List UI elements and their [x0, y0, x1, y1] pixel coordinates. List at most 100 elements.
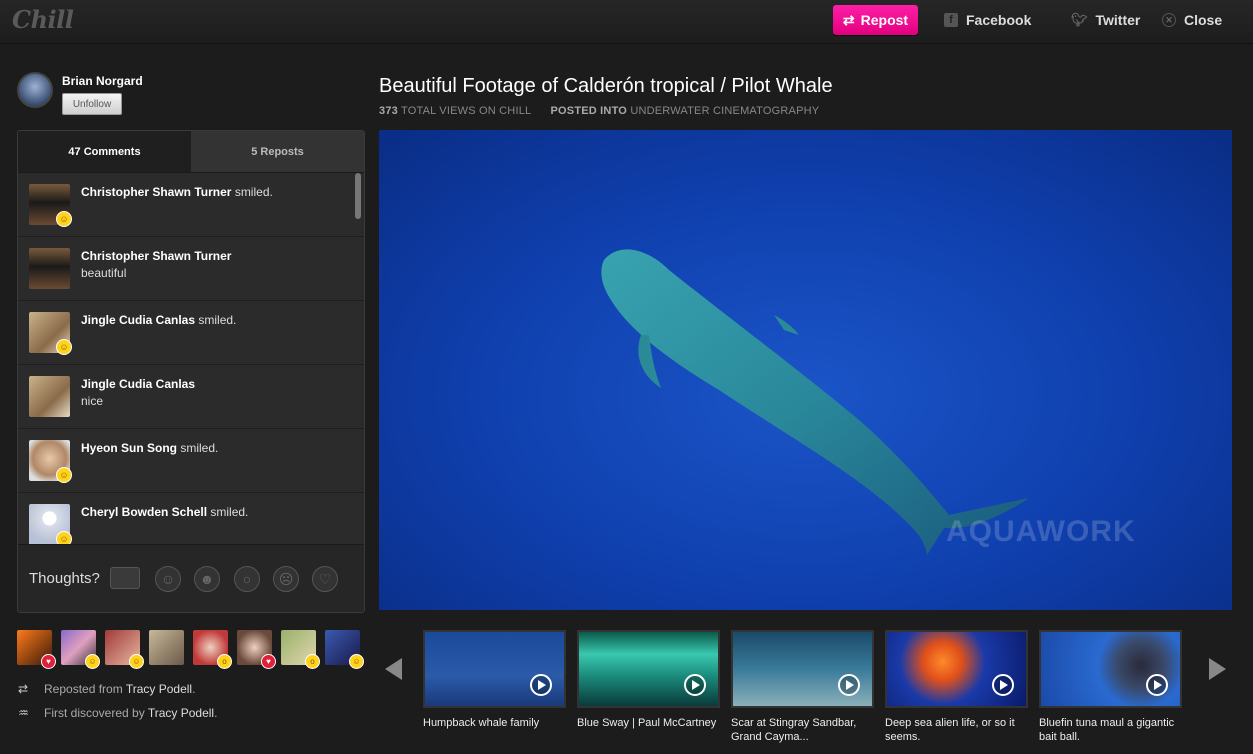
comment-text: Christopher Shawn Turner smiled. [81, 184, 351, 201]
reposter-avatars: ♥ ☺ ☺ o ♥ o ☺ [17, 630, 364, 669]
related-video-caption[interactable]: Deep sea alien life, or so it seems. [885, 716, 1028, 744]
repost-button[interactable]: ⇄ Repost [833, 5, 918, 35]
smile-emoji-icon: ☺ [56, 531, 72, 545]
reposter-avatar[interactable] [149, 630, 184, 665]
tab-comments[interactable]: 47 Comments [18, 131, 191, 172]
carousel-next-arrow-icon[interactable] [1209, 658, 1226, 680]
wow-badge-icon: o [217, 654, 232, 669]
facebook-icon: f [944, 13, 958, 27]
wow-badge-icon: o [305, 654, 320, 669]
twitter-icon: 🐦︎ [1071, 12, 1088, 27]
comment-item: ☺ Christopher Shawn Turner smiled. [18, 173, 364, 237]
heart-badge-icon: ♥ [41, 654, 56, 669]
comment-author[interactable]: Christopher Shawn Turner [81, 185, 231, 199]
reposted-from: ⇄ Reposted from Tracy Podell. [18, 682, 196, 696]
comment-item: ☺ Cheryl Bowden Schell smiled. [18, 493, 364, 545]
views-label: TOTAL VIEWS ON CHILL [401, 105, 531, 117]
comment-body: smiled. [180, 441, 219, 455]
heart-badge-icon: ♥ [261, 654, 276, 669]
comment-author[interactable]: Jingle Cudia Canlas [81, 313, 195, 327]
thoughts-bar: Thoughts? ☺ ☻ ○ ☹ ♡ [18, 544, 364, 612]
comment-item: Jingle Cudia Canlas nice [18, 365, 364, 429]
poster-profile: Brian Norgard Unfollow [17, 72, 143, 115]
comment-text: Jingle Cudia Canlas nice [81, 376, 351, 410]
comment-item: ☺ Jingle Cudia Canlas smiled. [18, 301, 364, 365]
comment-author[interactable]: Cheryl Bowden Schell [81, 505, 207, 519]
related-video-thumb[interactable] [577, 630, 720, 708]
related-video-thumb[interactable] [423, 630, 566, 708]
smile-emoji-icon: ☺ [56, 339, 72, 355]
video-meta: 373 TOTAL VIEWS ON CHILL POSTED INTO UND… [379, 105, 819, 117]
reposter-avatar[interactable]: o [281, 630, 320, 669]
comments-panel: 47 Comments 5 Reposts ☺ Christopher Shaw… [17, 130, 365, 613]
carousel-prev-arrow-icon[interactable] [385, 658, 402, 680]
play-icon [684, 674, 706, 696]
related-video-thumb[interactable] [731, 630, 874, 708]
related-video-caption[interactable]: Scar at Stingray Sandbar, Grand Cayma... [731, 716, 874, 744]
close-icon: ✕ [1162, 13, 1176, 27]
smile-reaction-icon[interactable]: ☺ [155, 566, 181, 592]
reposter-avatar[interactable]: ♥ [237, 630, 276, 669]
comment-text: Cheryl Bowden Schell smiled. [81, 504, 351, 521]
chill-logo[interactable]: Chill [12, 5, 74, 34]
reposter-avatar[interactable]: ☺ [61, 630, 100, 669]
close-button[interactable]: ✕ Close [1162, 10, 1222, 30]
unfollow-button[interactable]: Unfollow [62, 93, 122, 115]
repost-icon: ⇄ [18, 682, 29, 696]
tab-reposts[interactable]: 5 Reposts [191, 131, 364, 172]
reposted-prefix: Reposted from [44, 682, 123, 696]
reposter-avatar[interactable]: ♥ [17, 630, 56, 669]
video-player[interactable]: AQUAWORK [379, 130, 1232, 610]
comment-bubble-icon[interactable] [110, 567, 140, 589]
comment-body: nice [81, 394, 104, 408]
first-discovered: ♒︎ First discovered by Tracy Podell. [18, 706, 218, 720]
comment-text: Hyeon Sun Song smiled. [81, 440, 351, 457]
comment-body: smiled. [210, 505, 249, 519]
reposted-user-link[interactable]: Tracy Podell [126, 682, 192, 696]
laugh-reaction-icon[interactable]: ☻ [194, 566, 220, 592]
sad-reaction-icon[interactable]: ☹ [273, 566, 299, 592]
comment-author[interactable]: Jingle Cudia Canlas [81, 377, 195, 391]
facebook-label: Facebook [966, 12, 1032, 28]
commenter-avatar[interactable] [29, 376, 70, 417]
comment-text: Christopher Shawn Turner beautiful [81, 248, 351, 282]
reposter-avatar[interactable]: ☺ [105, 630, 144, 669]
twitter-share-button[interactable]: 🐦︎ Twitter [1071, 10, 1140, 30]
related-video-caption[interactable]: Humpback whale family [423, 716, 566, 730]
related-video-caption[interactable]: Blue Sway | Paul McCartney [577, 716, 720, 730]
comment-author[interactable]: Hyeon Sun Song [81, 441, 177, 455]
comment-list[interactable]: ☺ Christopher Shawn Turner smiled. Chris… [18, 173, 364, 545]
related-video-thumb[interactable] [1039, 630, 1182, 708]
comment-scrollbar[interactable] [355, 173, 361, 219]
commenter-avatar[interactable] [29, 248, 70, 289]
related-video-caption[interactable]: Bluefin tuna maul a gigantic bait ball. [1039, 716, 1182, 744]
play-icon [530, 674, 552, 696]
related-video-thumb[interactable] [885, 630, 1028, 708]
posted-label: POSTED INTO [550, 105, 628, 117]
panel-tabs: 47 Comments 5 Reposts [18, 131, 364, 173]
discovery-icon: ♒︎ [18, 706, 29, 720]
profile-name[interactable]: Brian Norgard [62, 74, 143, 88]
posted-category-link[interactable]: UNDERWATER CINEMATOGRAPHY [630, 105, 819, 117]
play-icon [1146, 674, 1168, 696]
wow-reaction-icon[interactable]: ○ [234, 566, 260, 592]
comment-body: beautiful [81, 266, 127, 280]
discovered-prefix: First discovered by [44, 706, 145, 720]
thoughts-label: Thoughts? [29, 570, 100, 587]
heart-reaction-icon[interactable]: ♡ [312, 566, 338, 592]
top-bar: Chill ⇄ Repost f Facebook 🐦︎ Twitter ✕ C… [0, 0, 1253, 44]
reposter-avatar[interactable]: ☺ [325, 630, 364, 669]
facebook-share-button[interactable]: f Facebook [944, 10, 1031, 30]
comment-item: Christopher Shawn Turner beautiful [18, 237, 364, 301]
views-count: 373 [379, 105, 398, 117]
close-label: Close [1184, 12, 1223, 28]
comment-body: smiled. [234, 185, 273, 199]
reposter-avatar[interactable]: o [193, 630, 232, 669]
comment-author[interactable]: Christopher Shawn Turner [81, 249, 231, 263]
discovered-user-link[interactable]: Tracy Podell [148, 706, 214, 720]
smile-emoji-icon: ☺ [56, 211, 72, 227]
avatar[interactable] [17, 72, 53, 108]
smile-emoji-icon: ☺ [56, 467, 72, 483]
play-icon [838, 674, 860, 696]
video-watermark: AQUAWORK [946, 515, 1136, 548]
